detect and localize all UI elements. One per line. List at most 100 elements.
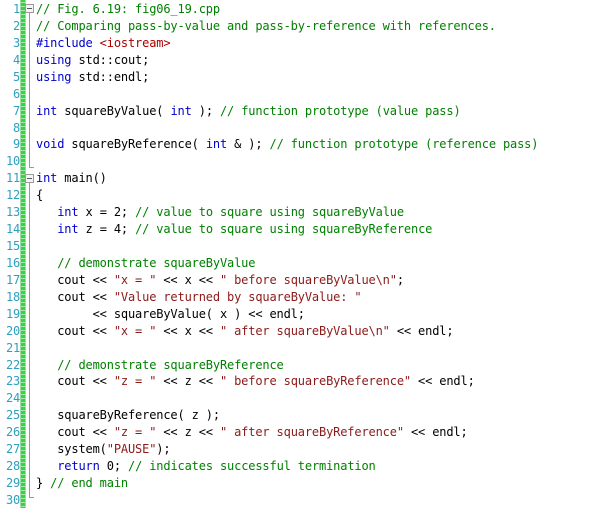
- code-token-pln: << endl;: [389, 323, 454, 338]
- code-token-pln: [36, 205, 57, 219]
- code-line[interactable]: #include <iostream>: [36, 35, 171, 51]
- code-token-kw: void: [36, 137, 65, 152]
- code-token-pln: [36, 222, 57, 236]
- code-token-str: " before squareByValue\n": [219, 272, 397, 287]
- line-number: 18: [5, 289, 20, 304]
- code-token-cmt: // value to square using squareByValue: [135, 205, 404, 220]
- code-line[interactable]: int main(): [36, 170, 107, 186]
- code-token-kw: int: [170, 103, 192, 118]
- line-number: 15: [5, 239, 20, 254]
- code-line[interactable]: cout << "z = " << z << " before squareBy…: [36, 373, 475, 389]
- code-token-cmt: // Fig. 6.19: fig06_19.cpp: [36, 2, 220, 16]
- code-line[interactable]: return 0; // indicates successful termin…: [36, 458, 376, 474]
- code-line[interactable]: [36, 492, 43, 508]
- code-line[interactable]: // Comparing pass-by-value and pass-by-r…: [36, 18, 496, 34]
- code-token-pln: system(: [36, 442, 107, 457]
- code-token-str: "PAUSE": [106, 442, 157, 457]
- code-line[interactable]: cout << "x = " << x << " before squareBy…: [36, 272, 404, 288]
- code-token-inc: <iostream>: [99, 35, 171, 50]
- line-number: 7: [12, 103, 20, 118]
- code-token-kw: using: [36, 52, 72, 67]
- line-number: 2: [12, 18, 20, 33]
- code-token-pln: main(): [57, 171, 107, 186]
- code-token-pln: );: [191, 103, 220, 118]
- code-line[interactable]: [36, 120, 43, 136]
- code-line[interactable]: system("PAUSE");: [36, 441, 170, 457]
- code-token-cmt: // indicates successful termination: [128, 459, 376, 474]
- code-token-str: " after squareByReference": [219, 425, 404, 440]
- line-number: 16: [5, 255, 20, 270]
- code-line[interactable]: // demonstrate squareByValue: [36, 255, 255, 271]
- code-line[interactable]: void squareByReference( int & ); // func…: [36, 136, 538, 152]
- code-line[interactable]: cout << "z = " << z << " after squareByR…: [36, 424, 468, 440]
- line-number: 21: [5, 340, 20, 355]
- line-number: 19: [5, 306, 20, 321]
- fold-toggle-line-1[interactable]: [25, 4, 34, 13]
- code-line[interactable]: int squareByValue( int ); // function pr…: [36, 103, 461, 119]
- line-number: 23: [5, 374, 20, 389]
- code-token-pln: squareByReference(: [64, 137, 206, 152]
- code-token-kw: int: [36, 103, 58, 118]
- code-token-str: "x = ": [113, 323, 157, 338]
- code-line[interactable]: using std::endl;: [36, 69, 149, 85]
- code-editor[interactable]: 1 2 3 4 5 6 7 8 9 10 11 12 13 14 15 16 17 18 19 20 21 22 23 24 2…: [0, 0, 605, 508]
- code-token-pln: << z <<: [156, 425, 220, 440]
- line-number: 4: [12, 52, 20, 67]
- code-token-cmt: // function prototype (reference pass): [269, 137, 539, 152]
- code-token-pln: [36, 358, 57, 372]
- line-number: 12: [5, 188, 20, 203]
- code-line[interactable]: [36, 340, 43, 356]
- code-token-pln: squareByReference( z );: [36, 408, 220, 423]
- line-number: 25: [5, 408, 20, 423]
- code-token-cmt: // demonstrate squareByValue: [57, 255, 256, 270]
- code-line[interactable]: cout << "Value returned by squareByValue…: [36, 289, 361, 305]
- code-line[interactable]: {: [36, 187, 43, 203]
- code-token-pln: << squareByValue( x ) << endl;: [36, 306, 305, 321]
- code-token-cmt: // end main: [50, 476, 128, 491]
- line-number: 26: [5, 425, 20, 440]
- code-line[interactable]: [36, 153, 43, 169]
- line-number: 5: [12, 69, 20, 84]
- code-line[interactable]: squareByReference( z );: [36, 407, 220, 423]
- code-token-pln: << z <<: [156, 374, 220, 389]
- line-number: 13: [5, 205, 20, 220]
- code-token-pln: cout <<: [36, 323, 114, 338]
- code-token-pln: << endl;: [403, 425, 468, 440]
- code-token-kw: int: [57, 205, 79, 220]
- code-token-kw: int: [57, 222, 79, 237]
- code-token-pln: );: [156, 442, 171, 457]
- code-token-pln: cout <<: [36, 425, 114, 440]
- line-number: 20: [5, 323, 20, 338]
- line-number: 6: [12, 86, 20, 101]
- code-line[interactable]: [36, 238, 43, 254]
- code-token-pln: {: [36, 188, 44, 203]
- code-line[interactable]: using std::cout;: [36, 52, 149, 68]
- code-line[interactable]: [36, 86, 43, 102]
- code-token-pln: cout <<: [36, 374, 114, 389]
- code-token-pln: x = 2;: [78, 205, 136, 220]
- code-line[interactable]: cout << "x = " << x << " after squareByV…: [36, 323, 453, 339]
- code-token-cmt: // Comparing pass-by-value and pass-by-r…: [36, 18, 496, 33]
- code-line[interactable]: // Fig. 6.19: fig06_19.cpp: [36, 1, 220, 17]
- code-line[interactable]: int z = 4; // value to square using squa…: [36, 221, 432, 237]
- code-token-pln: std::endl;: [71, 69, 150, 84]
- code-token-cmt: // function prototype (value pass): [219, 103, 461, 118]
- code-line[interactable]: } // end main: [36, 475, 128, 491]
- code-token-pln: std::cout;: [71, 52, 150, 67]
- code-token-pln: << endl;: [410, 374, 475, 389]
- line-number: 27: [5, 442, 20, 457]
- code-token-str: "Value returned by squareByValue: ": [113, 289, 362, 304]
- code-line[interactable]: // demonstrate squareByReference: [36, 357, 284, 373]
- line-number: 9: [12, 137, 20, 152]
- code-token-cmt: // demonstrate squareByReference: [57, 357, 284, 372]
- line-number: 22: [5, 357, 20, 372]
- code-token-pln: 0;: [99, 459, 128, 474]
- fold-toggle-line-11[interactable]: [25, 174, 34, 183]
- code-line[interactable]: << squareByValue( x ) << endl;: [36, 306, 305, 322]
- code-text-area[interactable]: // Fig. 6.19: fig06_19.cpp // Comparing p…: [36, 0, 605, 508]
- fold-guide-region-2: [29, 183, 30, 497]
- code-line[interactable]: int x = 2; // value to square using squa…: [36, 204, 404, 220]
- code-line[interactable]: [36, 390, 43, 406]
- code-token-kw: int: [205, 137, 228, 152]
- line-number: 11: [5, 171, 20, 186]
